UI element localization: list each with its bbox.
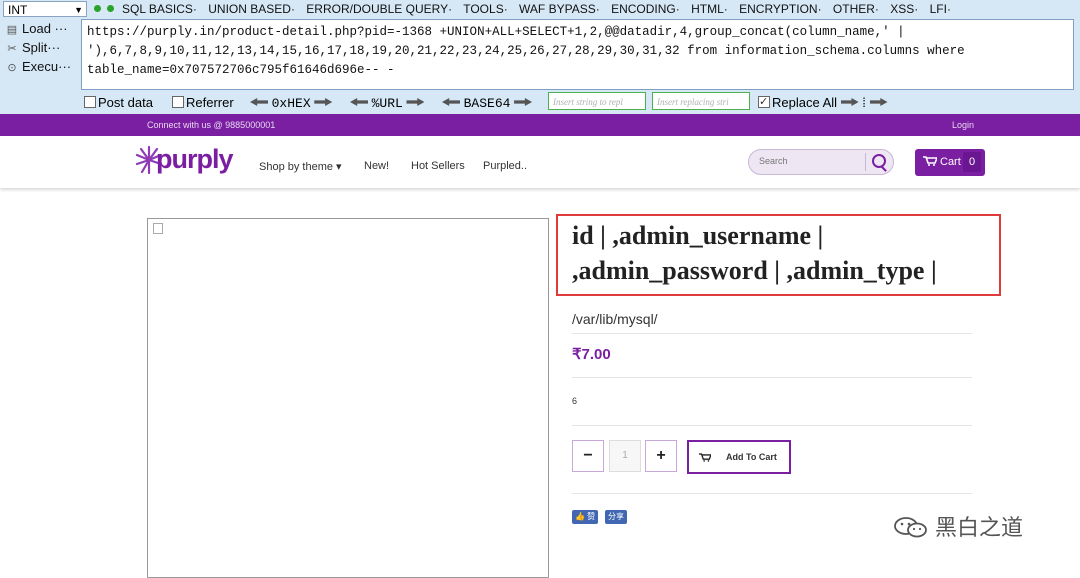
load-url-button[interactable]: ▤ Load ··· xyxy=(6,20,68,38)
product-price: ₹7.00 xyxy=(572,346,611,363)
split-url-button[interactable]: ✂ Split··· xyxy=(6,39,60,57)
menu-encoding[interactable]: ENCODING· xyxy=(611,2,680,16)
nav-shop-by-theme[interactable]: Shop by theme ▾ xyxy=(259,160,342,173)
wechat-icon xyxy=(894,517,927,538)
cart-label: Cart xyxy=(940,156,961,168)
menu-union-based[interactable]: UNION BASED· xyxy=(208,2,295,16)
replace-all-checkbox[interactable]: Replace All ⁞ xyxy=(758,93,888,112)
enable-dot-icon[interactable] xyxy=(94,5,101,12)
arrow-left-icon xyxy=(442,98,460,106)
arrow-left-icon xyxy=(350,98,368,106)
menu-waf-bypass[interactable]: WAF BYPASS· xyxy=(519,2,600,16)
nav-new[interactable]: New! xyxy=(364,160,389,172)
logo-text: purply xyxy=(156,144,234,174)
nav-purpled[interactable]: Purpled.. xyxy=(483,160,527,172)
arrow-right-icon xyxy=(514,98,533,106)
arrow-right-icon xyxy=(840,98,859,106)
qty-increase-button[interactable]: + xyxy=(645,440,677,472)
menu-encryption[interactable]: ENCRYPTION· xyxy=(739,2,821,16)
cart-button[interactable]: Cart 0 xyxy=(915,149,985,176)
hackbar-menu: SQL BASICS· UNION BASED· ERROR/DOUBLE QU… xyxy=(122,1,959,17)
divider xyxy=(572,493,972,494)
load-icon: ▤ xyxy=(6,24,18,36)
replace-search-input[interactable]: Insert string to repl xyxy=(548,92,646,110)
login-link[interactable]: Login xyxy=(952,114,974,136)
contact-text: Connect with us @ 9885000001 xyxy=(147,120,276,130)
search-icon[interactable] xyxy=(872,154,886,168)
divider xyxy=(572,377,972,378)
referrer-checkbox[interactable]: Referrer xyxy=(172,94,234,112)
watermark: 黑白之道 xyxy=(893,510,1023,542)
broken-image-icon xyxy=(153,223,163,234)
qty-decrease-button[interactable]: − xyxy=(572,440,604,472)
product-title: id | ,admin_username | ,admin_password |… xyxy=(572,221,937,285)
menu-tools[interactable]: TOOLS· xyxy=(463,2,507,16)
menu-lfi[interactable]: LFI· xyxy=(930,2,951,16)
cart-icon xyxy=(699,453,711,462)
chevron-down-icon: ▼ xyxy=(74,5,83,15)
injection-type-select[interactable]: INT ▼ xyxy=(3,1,87,17)
watermark-text: 黑白之道 xyxy=(935,515,1024,540)
play-icon: ⊙ xyxy=(7,62,17,74)
post-data-checkbox[interactable]: Post data xyxy=(84,94,153,112)
hackbar-toolbar: INT ▼ SQL BASICS· UNION BASED· ERROR/DOU… xyxy=(0,0,1080,114)
search-input[interactable]: Search xyxy=(759,156,788,166)
base64-encode[interactable]: BASE64 xyxy=(442,94,533,113)
cart-icon xyxy=(923,156,937,166)
product-image xyxy=(147,218,549,578)
facebook-like-button[interactable]: 👍 赞 xyxy=(572,510,599,524)
divider xyxy=(572,425,972,426)
menu-error-double-query[interactable]: ERROR/DOUBLE QUERY· xyxy=(306,2,452,16)
facebook-share-button[interactable]: 分享 xyxy=(605,510,627,524)
cart-count-badge: 0 xyxy=(963,152,981,172)
arrow-right-icon xyxy=(869,98,888,106)
nav-hot-sellers[interactable]: Hot Sellers xyxy=(411,160,465,172)
menu-other[interactable]: OTHER· xyxy=(833,2,879,16)
site-topbar: Connect with us @ 9885000001 Login xyxy=(0,114,1080,136)
arrow-right-icon xyxy=(406,98,425,106)
product-stock: 6 xyxy=(572,396,578,406)
url-textarea[interactable]: https://purply.in/product-detail.php?pid… xyxy=(81,19,1074,90)
scissors-icon: ✂ xyxy=(7,43,17,55)
search-box[interactable]: Search xyxy=(748,149,894,175)
menu-sql-basics[interactable]: SQL BASICS· xyxy=(122,2,197,16)
site-header: purply Shop by theme ▾ New! Hot Sellers … xyxy=(0,136,1080,188)
add-to-cart-button[interactable]: Add To Cart xyxy=(687,440,791,474)
enable-dot-icon[interactable] xyxy=(107,5,114,12)
menu-html[interactable]: HTML· xyxy=(691,2,728,16)
arrow-left-icon xyxy=(250,98,268,106)
arrow-right-icon xyxy=(314,98,333,106)
injection-type-value: INT xyxy=(8,3,28,17)
add-to-cart-label: Add To Cart xyxy=(726,452,777,462)
hex-encode[interactable]: 0xHEX xyxy=(250,94,333,113)
url-encode[interactable]: %URL xyxy=(350,94,425,113)
product-subtitle: /var/lib/mysql/ xyxy=(572,311,658,327)
menu-xss[interactable]: XSS· xyxy=(890,2,918,16)
qty-input[interactable]: 1 xyxy=(609,440,641,472)
replace-with-input[interactable]: Insert replacing stri xyxy=(652,92,750,110)
execute-button[interactable]: ⊙ Execu··· xyxy=(6,58,71,76)
divider xyxy=(572,333,972,334)
